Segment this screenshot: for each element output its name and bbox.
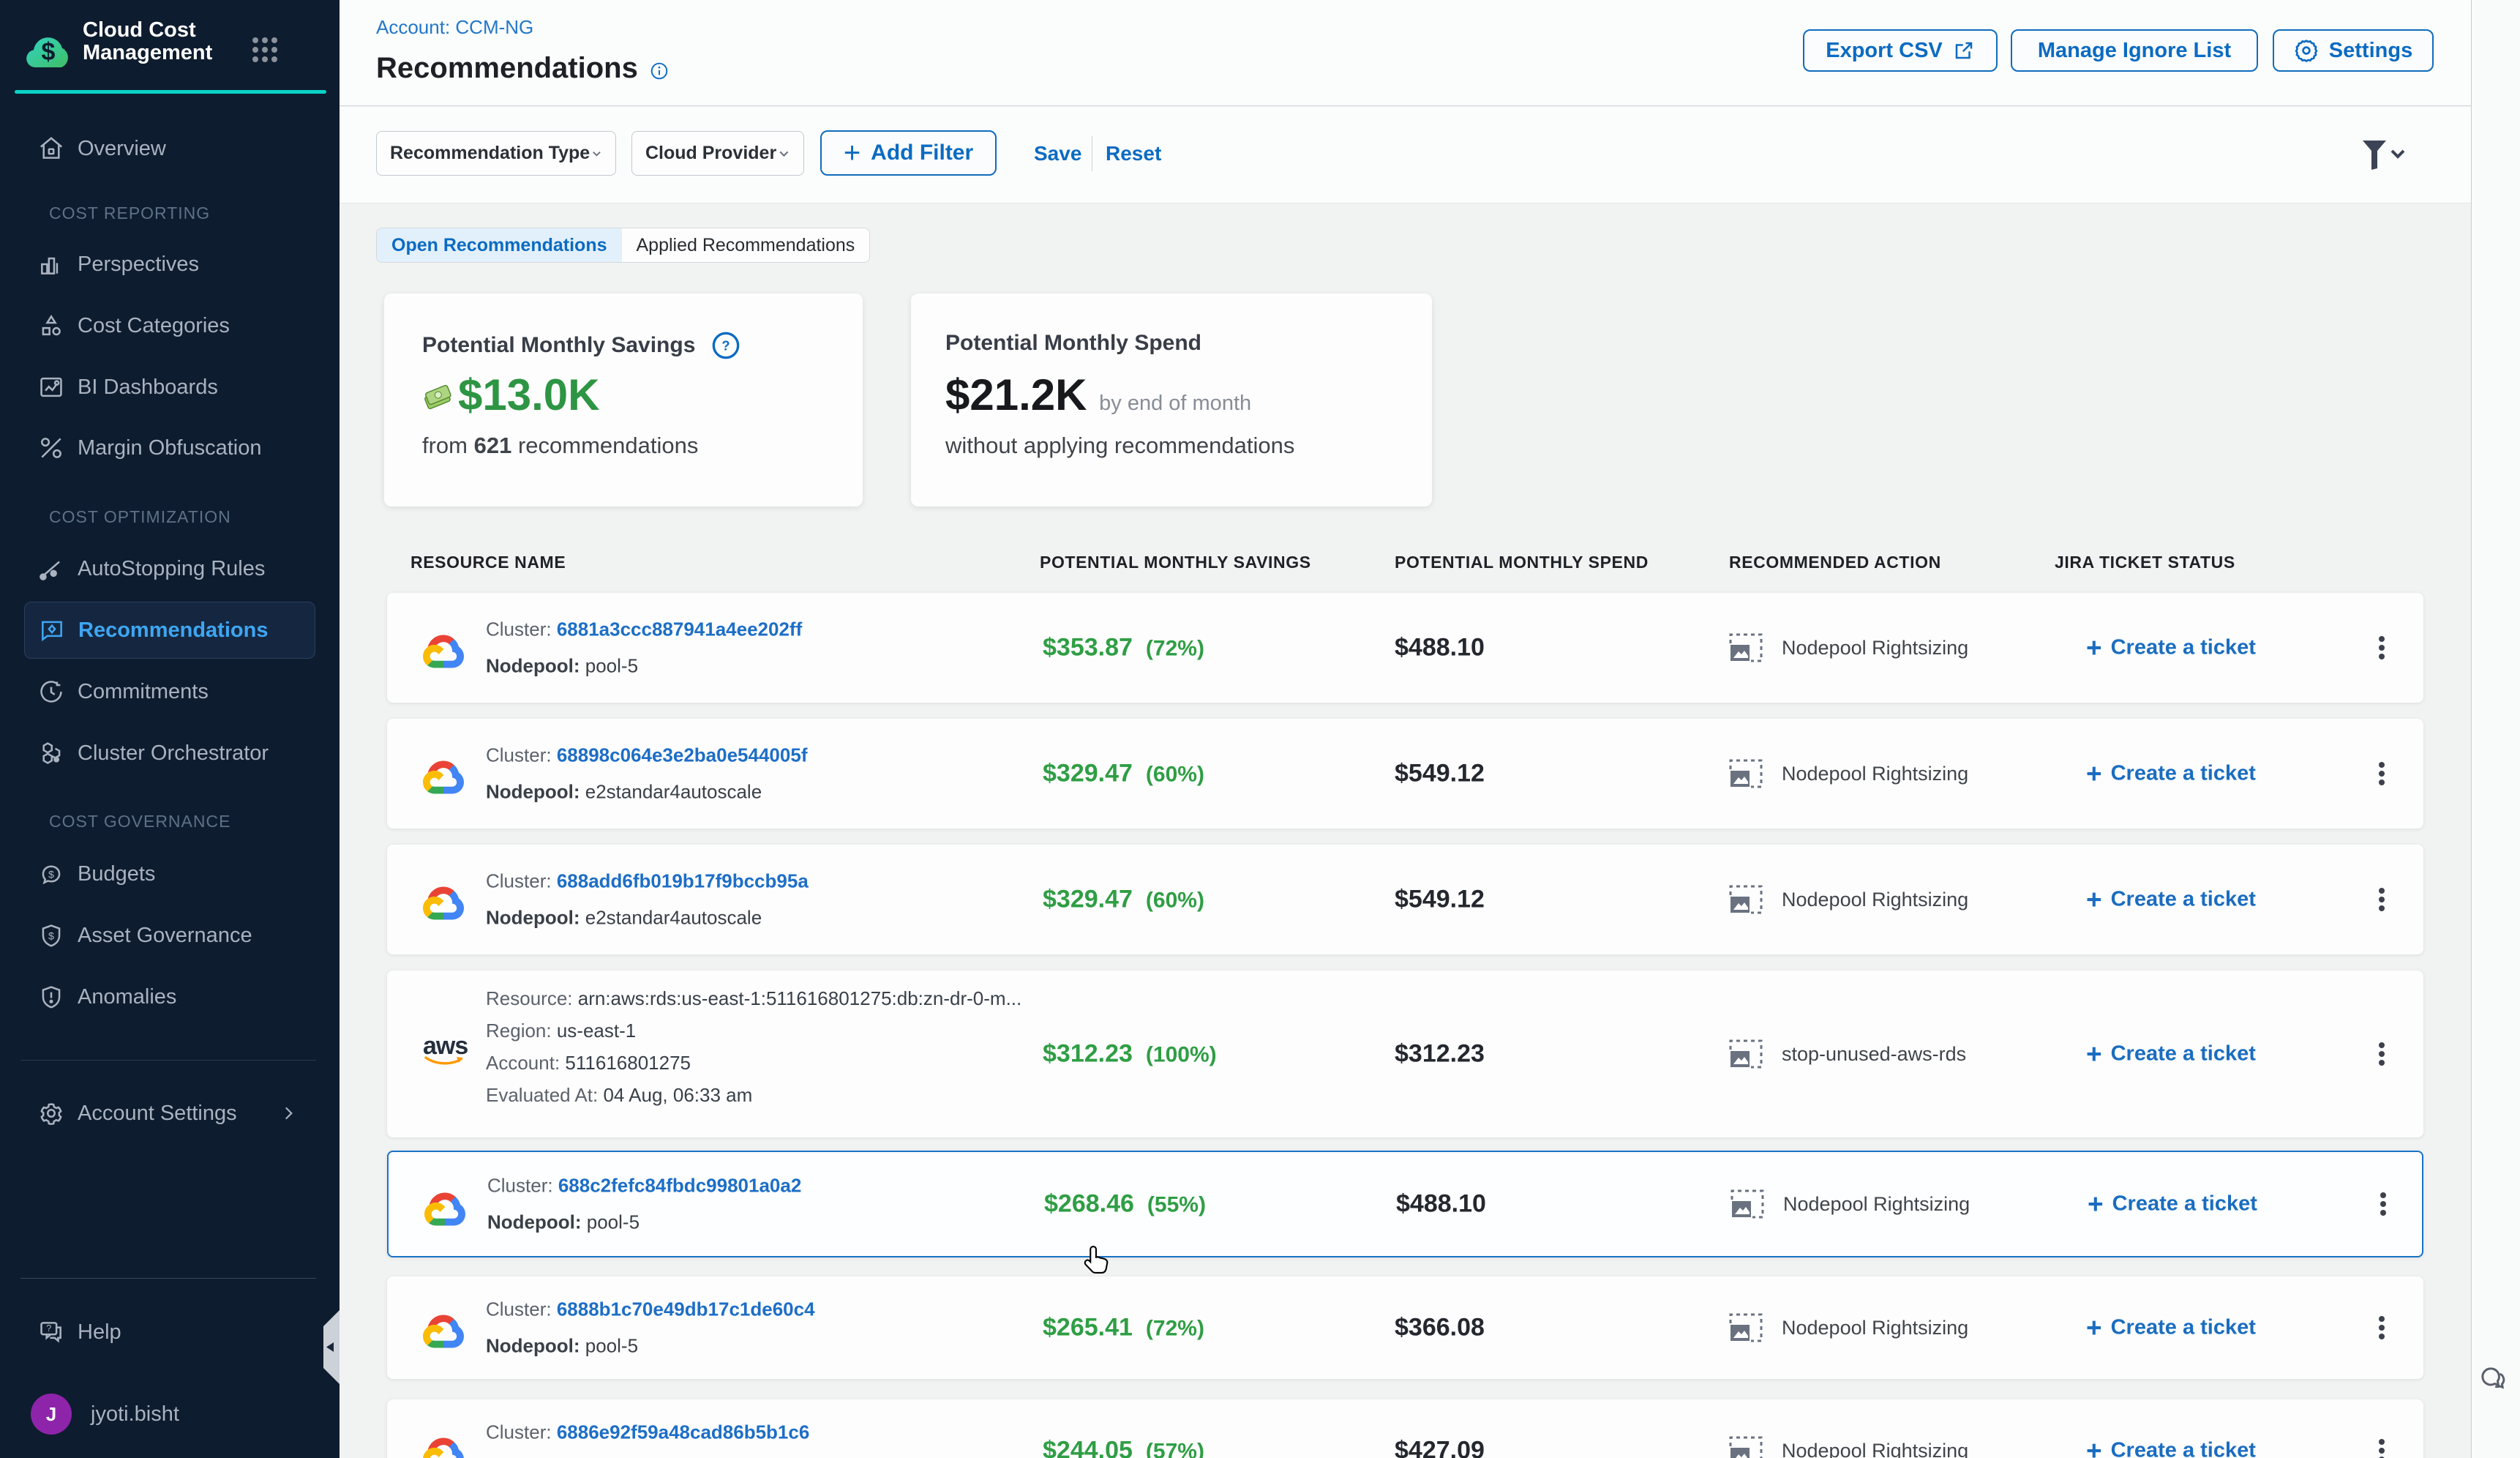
svg-text:$: $ [48,931,54,943]
svg-text:$: $ [48,870,54,881]
svg-text:?: ? [46,1323,51,1334]
svg-text:?: ? [722,338,730,354]
svg-text:$: $ [42,38,56,66]
